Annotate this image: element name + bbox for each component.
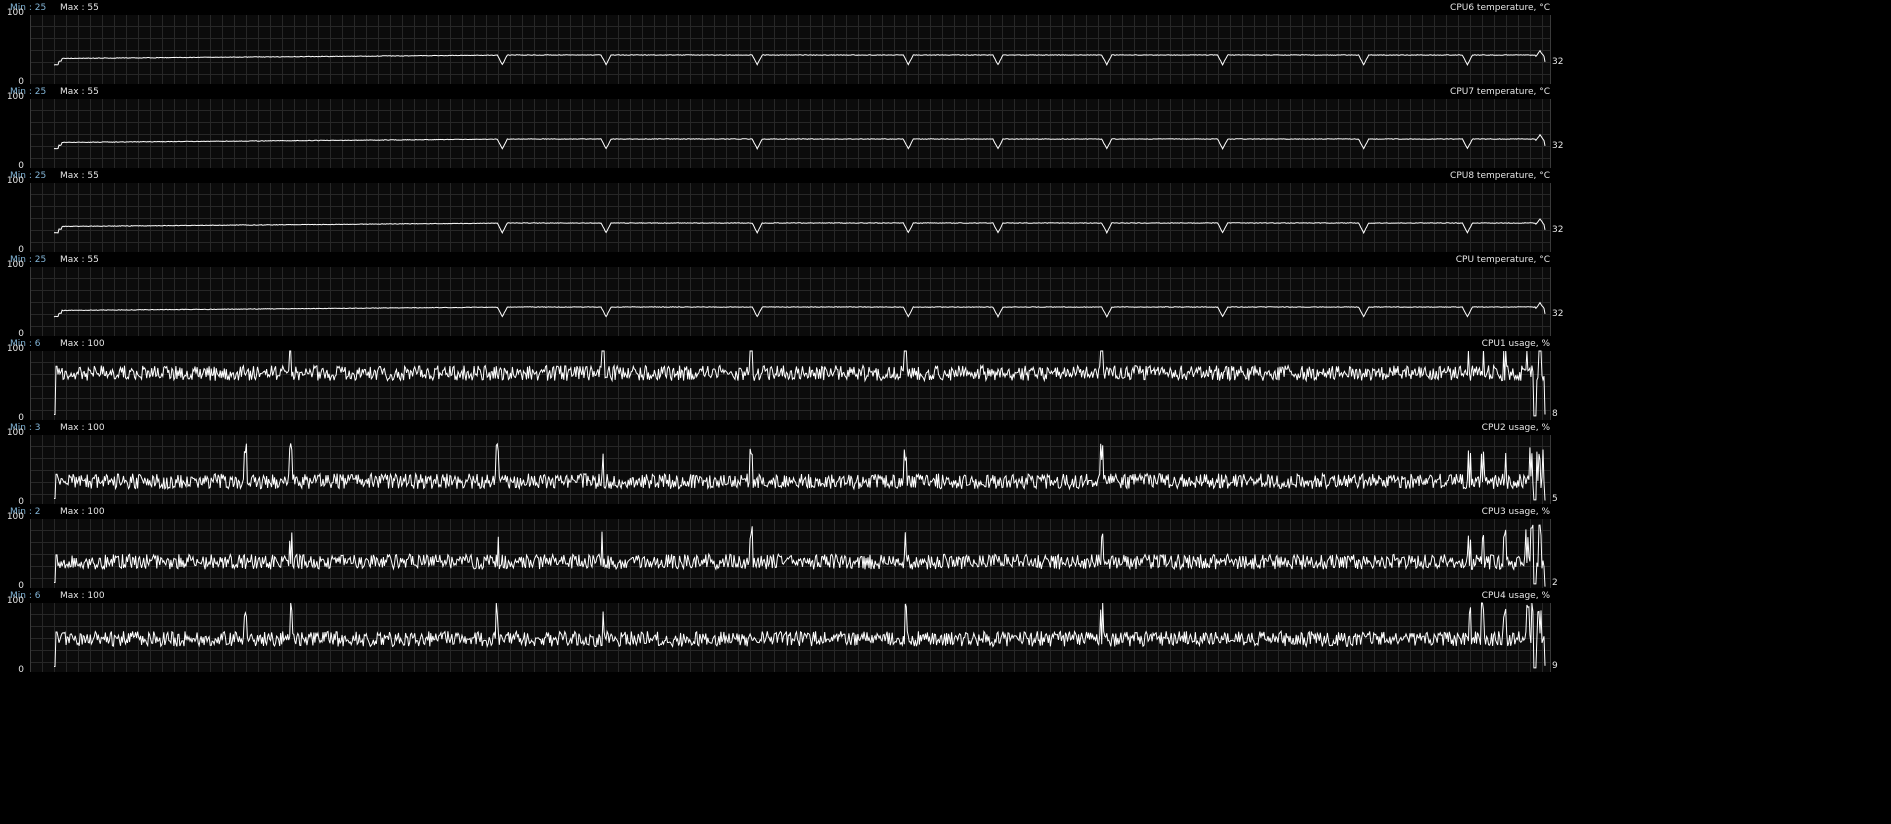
series-line (53, 301, 1546, 319)
plot-area (53, 301, 1546, 319)
y-tick-top: 100 (6, 428, 24, 438)
current-value-label: 32 (1552, 56, 1564, 67)
plot-area (54, 442, 1546, 501)
chart-panel-8: Min : 6 Max : 100 CPU4 usage, % 100 0 9 (0, 588, 1891, 675)
y-tick-top: 100 (6, 596, 24, 606)
chart-panel-5: Min : 6 Max : 100 CPU1 usage, % 100 0 8 (0, 336, 1891, 423)
series-line (54, 602, 1546, 669)
max-label: Max : 55 (60, 171, 99, 181)
chart-panel-2: Min : 25 Max : 55 CPU7 temperature, °C 100 0… (0, 84, 1891, 171)
y-tick-top: 100 (6, 512, 24, 522)
y-tick-top: 100 (6, 8, 24, 18)
y-tick-top: 100 (6, 344, 24, 354)
chart-title: CPU temperature, °C (1455, 255, 1550, 265)
current-value-label: 9 (1552, 660, 1558, 671)
series-line (54, 350, 1546, 417)
current-value-label: 32 (1552, 224, 1564, 235)
chart-panel-3: Min : 25 Max : 55 CPU8 temperature, °C 100 0… (0, 168, 1891, 255)
chart-title: CPU6 temperature, °C (1450, 3, 1550, 13)
plot-area (54, 602, 1546, 669)
chart-title: CPU1 usage, % (1481, 339, 1550, 349)
series-line (54, 524, 1546, 587)
y-tick-bottom: 0 (18, 665, 24, 675)
max-label: Max : 100 (60, 423, 105, 433)
y-tick-top: 100 (6, 176, 24, 186)
current-value-label: 32 (1552, 140, 1564, 151)
plot-area (53, 133, 1546, 151)
max-label: Max : 100 (60, 339, 105, 349)
y-tick-top: 100 (6, 92, 24, 102)
plot-area (54, 350, 1546, 417)
chart-title: CPU8 temperature, °C (1450, 171, 1550, 181)
y-tick-top: 100 (6, 260, 24, 270)
chart-title: CPU4 usage, % (1481, 591, 1550, 601)
max-label: Max : 55 (60, 3, 99, 13)
system-monitor: Min : 25 Max : 55 CPU6 temperature, °C 100 0… (0, 0, 1891, 824)
series-line (53, 218, 1546, 235)
chart-title: CPU3 usage, % (1481, 507, 1550, 517)
plot-area (54, 524, 1546, 587)
current-value-label: 8 (1552, 409, 1558, 420)
max-label: Max : 55 (60, 255, 99, 265)
chart-panel-4: Min : 25 Max : 55 CPU temperature, °C 100 0 3… (0, 252, 1891, 339)
chart-panel-7: Min : 2 Max : 100 CPU3 usage, % 100 0 2 (0, 504, 1891, 591)
series-line (53, 49, 1546, 67)
max-label: Max : 100 (60, 507, 105, 517)
series-line (54, 442, 1546, 501)
chart-title: CPU7 temperature, °C (1450, 87, 1550, 97)
max-label: Max : 55 (60, 87, 99, 97)
chart-panel-1: Min : 25 Max : 55 CPU6 temperature, °C 100 0… (0, 0, 1891, 87)
chart-title: CPU2 usage, % (1481, 423, 1550, 433)
chart-panel-6: Min : 3 Max : 100 CPU2 usage, % 100 0 5 (0, 420, 1891, 507)
series-line (53, 133, 1546, 151)
max-label: Max : 100 (60, 591, 105, 601)
plot-area (53, 218, 1546, 235)
plot-area (53, 49, 1546, 67)
current-value-label: 32 (1552, 308, 1564, 319)
